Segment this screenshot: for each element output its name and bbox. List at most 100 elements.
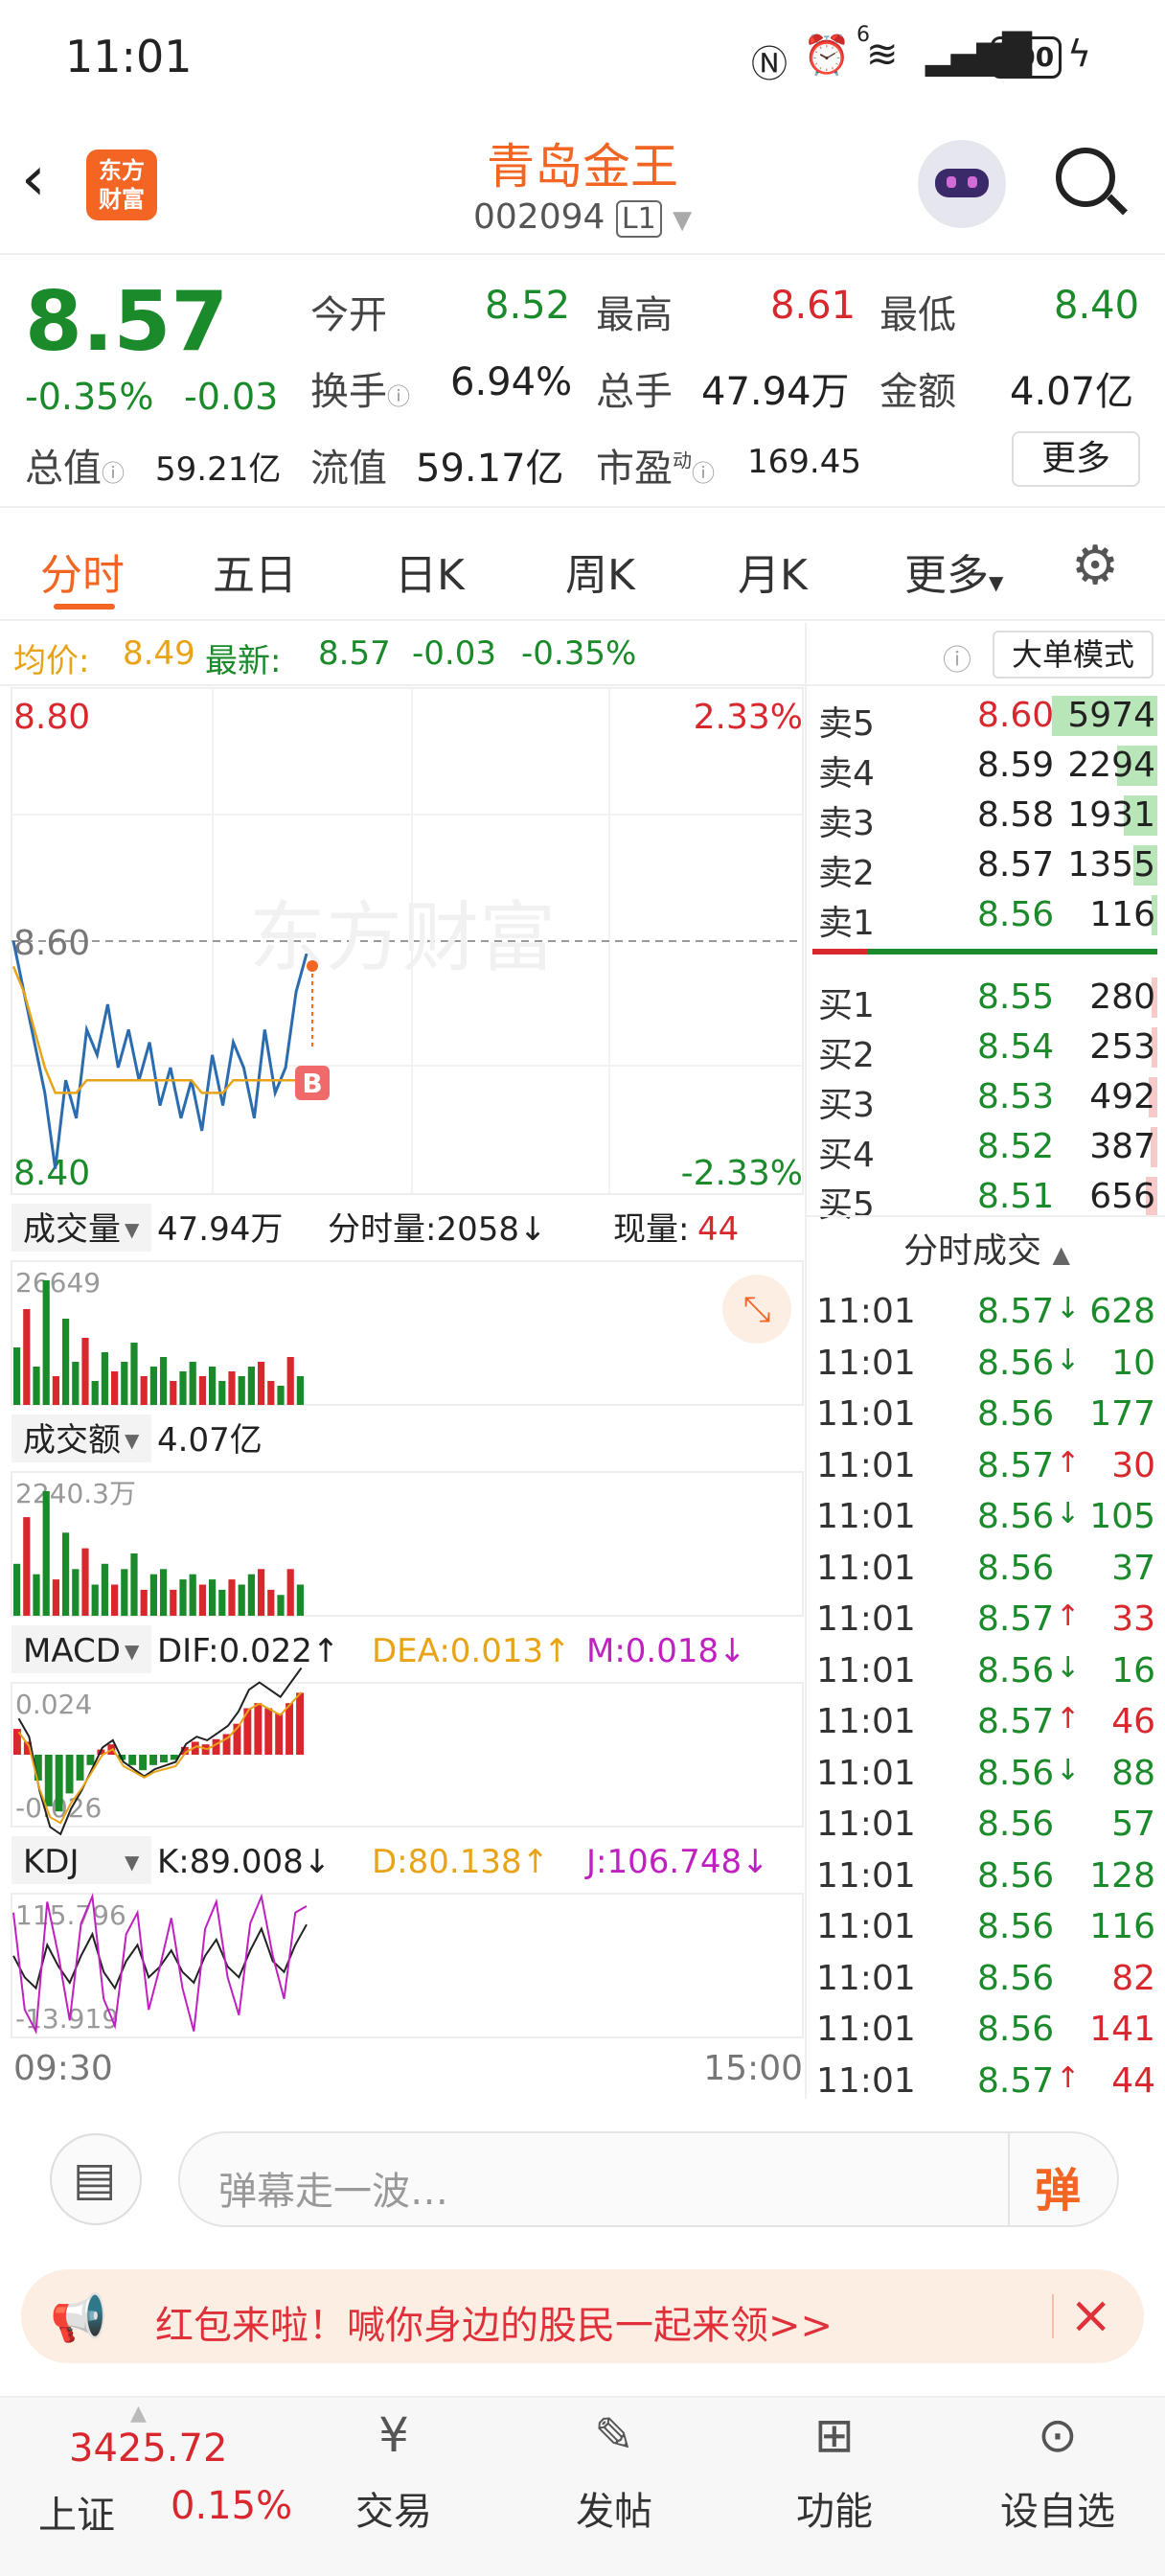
- volume-bar: [218, 1381, 226, 1405]
- nav-add-watchlist[interactable]: ⊙ 设自选: [991, 2407, 1125, 2570]
- tick-price: 8.56: [977, 1394, 1055, 1434]
- apps-grid-icon: ⊞: [814, 2407, 855, 2463]
- tick-volume: 82: [1111, 1958, 1155, 1998]
- send-barrage-button[interactable]: 弹: [1035, 2152, 1081, 2220]
- ask-level[interactable]: 卖4 8.59 2294: [807, 742, 1165, 794]
- tick-direction: ↓: [1056, 1753, 1081, 1787]
- latest-pct: -0.35%: [521, 634, 637, 673]
- amount-axis-max: 2240.3万: [15, 1478, 136, 1509]
- intraday-charts[interactable]: 东方财富 8.80 8.60 8.40 2.33% -2.33% B 成交量 ▼…: [0, 686, 805, 2099]
- nav-trade[interactable]: ¥ 交易: [331, 2407, 456, 2570]
- volume-bar: [170, 1381, 177, 1405]
- amount-value: 4.07亿: [1010, 370, 1134, 414]
- mktcap-label[interactable]: 总值ⓘ: [25, 437, 125, 493]
- volume-frame: [11, 1260, 804, 1406]
- volume-bar: [267, 1589, 275, 1616]
- wifi-icon: ≋: [866, 33, 899, 77]
- minute-volume: 分时量:2058↓: [328, 1210, 546, 1249]
- volume-bar: [189, 1574, 196, 1616]
- level-label: 卖4: [818, 754, 875, 794]
- ask-level[interactable]: 卖3 8.58 1931: [807, 792, 1165, 843]
- bid-level[interactable]: 买2 8.54 253: [807, 1024, 1165, 1075]
- turnover-label[interactable]: 换手ⓘ: [310, 360, 410, 416]
- kdj-k: K:89.008↓: [157, 1843, 331, 1881]
- level-volume: 656: [1089, 1177, 1155, 1216]
- tick-row: 11:01 8.56 116: [807, 1903, 1165, 1953]
- dropdown-icon: ▼: [125, 1640, 140, 1663]
- index-quote[interactable]: ▲ 3425.72 上证 0.15%: [38, 2398, 292, 2576]
- tick-row: 11:01 8.56 ↓ 105: [807, 1493, 1165, 1543]
- volume-bar: [296, 1584, 304, 1616]
- bid-level[interactable]: 买4 8.52 387: [807, 1123, 1165, 1175]
- tab-more[interactable]: 更多▼: [904, 540, 1003, 602]
- kdj-d: D:80.138↑: [372, 1843, 549, 1881]
- tick-price: 8.56: [977, 1958, 1055, 1998]
- tick-row: 11:01 8.57 ↑ 33: [807, 1596, 1165, 1645]
- ask-level[interactable]: 卖2 8.57 1355: [807, 841, 1165, 893]
- gear-icon[interactable]: ⚙: [1071, 535, 1119, 597]
- level-price: 8.60: [977, 696, 1055, 735]
- nav-post[interactable]: ✎ 发帖: [552, 2407, 676, 2570]
- tab-five-day[interactable]: 五日: [213, 540, 297, 602]
- close-icon[interactable]: ×: [1069, 2285, 1112, 2345]
- nav-functions[interactable]: ⊞ 功能: [772, 2407, 897, 2570]
- open-label: 今开: [310, 293, 387, 337]
- bid-level[interactable]: 买1 8.55 280: [807, 974, 1165, 1025]
- level-volume: 1355: [1067, 845, 1155, 885]
- pct-axis-high: 2.33%: [694, 698, 803, 737]
- caret-up-icon: ▲: [1052, 1241, 1070, 1268]
- more-button[interactable]: 更多: [1012, 431, 1140, 487]
- ask-level[interactable]: 卖5 8.60 5974: [807, 692, 1165, 744]
- volume-bar: [247, 1367, 255, 1405]
- volume-bar: [170, 1589, 177, 1616]
- search-icon[interactable]: [1056, 148, 1128, 216]
- comment-input[interactable]: 弹幕走一波… 弹: [178, 2131, 1119, 2227]
- expand-icon: ⤡: [743, 1290, 771, 1329]
- red-packet-banner[interactable]: 📢 红包来啦！喊你身边的股民一起来领>> ×: [21, 2269, 1144, 2363]
- volume-bar: [160, 1357, 168, 1405]
- tick-volume: 105: [1089, 1497, 1155, 1536]
- change-abs: -0.03: [184, 376, 279, 418]
- stock-code[interactable]: 002094 L1 ▼: [473, 197, 692, 238]
- volume-bar: [52, 1376, 59, 1405]
- tab-weekly-k[interactable]: 周K: [565, 540, 635, 602]
- tab-intraday[interactable]: 分时: [40, 540, 125, 602]
- alarm-icon: ⏰: [803, 34, 851, 78]
- volume-bar: [33, 1367, 40, 1405]
- tick-row: 11:01 8.56 128: [807, 1852, 1165, 1902]
- tick-price: 8.56: [977, 1650, 1055, 1690]
- volume-bar: [228, 1371, 236, 1405]
- high-label: 最高: [596, 293, 673, 337]
- volume-bar: [258, 1362, 265, 1405]
- comment-settings-button[interactable]: ▤: [50, 2133, 142, 2225]
- tick-time: 11:01: [816, 1855, 916, 1896]
- level-price: 8.51: [977, 1177, 1055, 1216]
- pe-label[interactable]: 市盈动ⓘ: [596, 437, 715, 493]
- bid-level[interactable]: 买3 8.53 492: [807, 1073, 1165, 1125]
- barrage-settings-icon: ▤: [73, 2152, 117, 2206]
- tab-daily-k[interactable]: 日K: [395, 540, 465, 602]
- volume-bar: [111, 1584, 119, 1616]
- tick-price: 8.56: [977, 1753, 1055, 1793]
- dropdown-icon: ▼: [125, 1218, 140, 1241]
- tick-volume: 628: [1089, 1292, 1155, 1331]
- macd-dif: DIF:0.022↑: [157, 1632, 339, 1670]
- level-badge: L1: [615, 200, 662, 238]
- macd-bar: [254, 1703, 263, 1755]
- macd-bar: [76, 1755, 84, 1781]
- level-label: 买3: [818, 1086, 875, 1125]
- volume-bar: [91, 1381, 99, 1405]
- ask-level[interactable]: 卖1 8.56 116: [807, 891, 1165, 943]
- tab-monthly-k[interactable]: 月K: [738, 540, 808, 602]
- volume-bar: [42, 1491, 50, 1616]
- dropdown-icon: ▼: [125, 1429, 140, 1452]
- robot-assistant-icon[interactable]: [918, 140, 1006, 228]
- volume-bar: [267, 1381, 275, 1405]
- volume-bar: [23, 1517, 31, 1616]
- volume-bar: [101, 1352, 108, 1405]
- volume-bar: [149, 1367, 157, 1405]
- level-price: 8.58: [977, 795, 1055, 835]
- volume-bar: [209, 1579, 217, 1616]
- level-volume: 5974: [1067, 696, 1155, 735]
- ticks-title[interactable]: 分时成交 ▲: [807, 1223, 1165, 1273]
